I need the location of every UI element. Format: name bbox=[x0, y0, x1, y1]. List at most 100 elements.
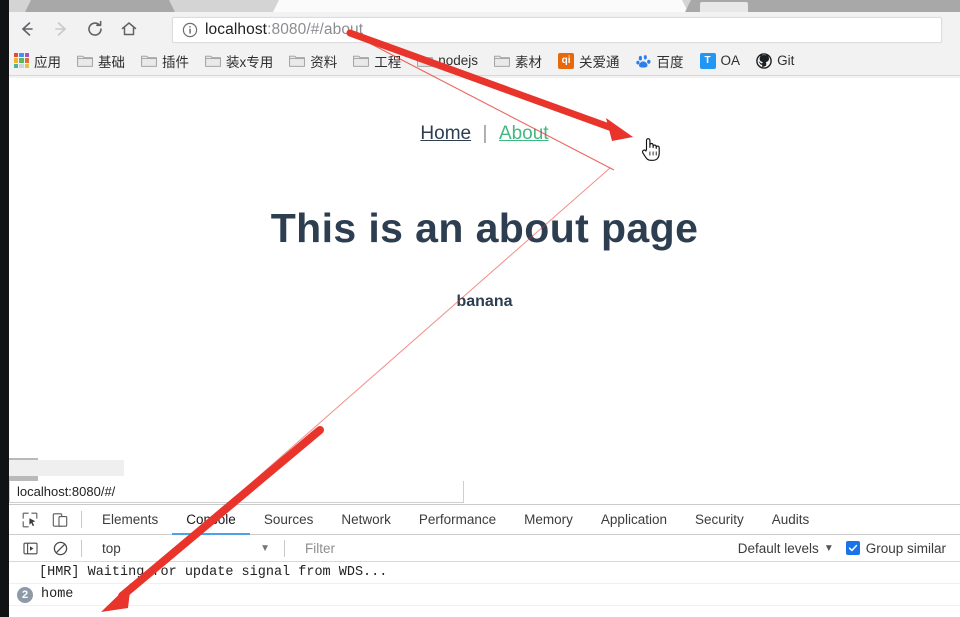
console-message-hmr[interactable]: [HMR] Waiting for update signal from WDS… bbox=[9, 562, 960, 584]
bookmark-label: 百度 bbox=[656, 54, 684, 70]
bookmark-label: Git bbox=[777, 53, 795, 68]
console-filter-input[interactable]: Filter bbox=[291, 535, 738, 562]
folder-icon bbox=[141, 55, 157, 67]
apps-grid-icon bbox=[14, 53, 29, 68]
group-similar-label: Group similar bbox=[865, 540, 946, 556]
tab-network[interactable]: Network bbox=[327, 505, 405, 535]
bookmark-folder-zhuangx[interactable]: 装x专用 bbox=[205, 51, 273, 71]
status-bar-highlight-smudge bbox=[9, 460, 124, 476]
toolbar-divider bbox=[81, 511, 82, 528]
github-icon bbox=[756, 52, 772, 69]
bookmark-oa[interactable]: T OA bbox=[699, 52, 741, 69]
devtools-tab-bar: Elements Console Sources Network Perform… bbox=[9, 505, 960, 535]
bookmark-label: 素材 bbox=[515, 54, 543, 70]
folder-icon bbox=[289, 55, 306, 67]
bookmark-folder-chajian[interactable]: 插件 bbox=[141, 51, 189, 71]
inspect-element-icon bbox=[22, 512, 38, 527]
status-bar-link-preview: localhost:8080/#/ bbox=[9, 481, 464, 503]
page-heading: This is an about page bbox=[270, 205, 699, 251]
bookmark-folder-ziliao[interactable]: 资料 bbox=[289, 51, 337, 71]
page-nav: Home | About bbox=[9, 123, 960, 145]
browser-chrome: localhost:8080/#/about 应用 基础 插件 装x专用 资料 … bbox=[0, 0, 960, 78]
group-similar-checkbox[interactable] bbox=[845, 541, 860, 555]
console-context-value: top bbox=[102, 540, 121, 556]
console-message-text: home bbox=[41, 587, 74, 602]
bookmark-label: 资料 bbox=[310, 54, 338, 70]
toggle-device-toolbar-icon bbox=[52, 512, 68, 527]
chevron-down-icon: ▼ bbox=[823, 542, 834, 554]
reload-button[interactable] bbox=[78, 12, 112, 46]
status-bar-url: localhost:8080/#/ bbox=[17, 484, 116, 499]
tab-console[interactable]: Console bbox=[172, 505, 250, 535]
toggle-device-toolbar-button[interactable] bbox=[45, 505, 75, 535]
tab-sources[interactable]: Sources bbox=[250, 505, 328, 535]
baidu-paw-icon bbox=[635, 54, 651, 68]
address-bar[interactable]: localhost:8080/#/about bbox=[172, 17, 942, 43]
browser-tab-partial-left[interactable] bbox=[25, 0, 175, 12]
console-filter-bar: top ▼ Filter Default levels ▼ Group simi… bbox=[9, 535, 960, 562]
tab-application[interactable]: Application bbox=[587, 505, 681, 535]
bookmark-folder-sucai[interactable]: 素材 bbox=[494, 51, 542, 71]
tab-performance[interactable]: Performance bbox=[405, 505, 510, 535]
oa-favicon: T bbox=[699, 52, 716, 69]
browser-tab-active[interactable] bbox=[273, 0, 688, 12]
folder-icon bbox=[205, 55, 221, 67]
browser-tab-partial-right-inner[interactable] bbox=[700, 2, 748, 12]
window-left-edge bbox=[0, 0, 9, 617]
filter-divider bbox=[81, 539, 82, 557]
screenshot-root: localhost:8080/#/about 应用 基础 插件 装x专用 资料 … bbox=[0, 0, 960, 617]
page-viewport: Home | About This is an about page banan… bbox=[9, 78, 960, 458]
qi-favicon-text: qi bbox=[561, 55, 571, 66]
home-button[interactable] bbox=[112, 12, 146, 46]
back-button[interactable] bbox=[10, 12, 44, 46]
bookmark-apps[interactable]: 应用 bbox=[14, 51, 61, 71]
tab-elements[interactable]: Elements bbox=[88, 505, 172, 535]
folder-icon bbox=[494, 55, 510, 67]
bookmark-guanaitong[interactable]: qi 关爱通 bbox=[558, 51, 620, 71]
checkmark-icon bbox=[848, 544, 857, 552]
oa-favicon-text: T bbox=[704, 55, 711, 66]
console-sidebar-icon bbox=[22, 542, 38, 554]
bookmark-label: 应用 bbox=[34, 54, 61, 70]
bookmark-git[interactable]: Git bbox=[756, 52, 795, 69]
folder-icon bbox=[353, 55, 370, 67]
group-similar-toggle[interactable]: Group similar bbox=[845, 540, 946, 556]
back-arrow-icon bbox=[22, 22, 33, 36]
bookmark-folder-nodejs[interactable]: nodejs bbox=[417, 53, 478, 68]
url-path: :8080/#/about bbox=[267, 21, 364, 38]
chevron-down-icon: ▼ bbox=[260, 542, 270, 554]
console-levels-dropdown[interactable]: Default levels ▼ bbox=[738, 541, 834, 556]
info-circle-icon[interactable] bbox=[181, 21, 199, 39]
console-home-message[interactable]: 2 home bbox=[9, 584, 960, 606]
page-about-link[interactable]: About bbox=[499, 123, 549, 144]
page-home-link[interactable]: Home bbox=[420, 123, 471, 144]
clear-console-button[interactable] bbox=[45, 533, 75, 563]
house-icon bbox=[121, 22, 137, 36]
console-context-selector[interactable]: top ▼ bbox=[88, 535, 278, 562]
bookmark-label: 工程 bbox=[374, 54, 402, 70]
bookmark-label: 插件 bbox=[162, 54, 189, 70]
bookmarks-bar: 应用 基础 插件 装x专用 资料 工程 nodejs 素材 qi 关爱通 百度 … bbox=[0, 46, 960, 76]
bookmark-folder-gongcheng[interactable]: 工程 bbox=[353, 51, 401, 71]
forward-arrow-icon bbox=[55, 22, 66, 36]
console-message-list: [HMR] Waiting for update signal from WDS… bbox=[9, 562, 960, 606]
bookmark-label: 基础 bbox=[98, 54, 125, 70]
tab-audits[interactable]: Audits bbox=[758, 505, 824, 535]
page-subtitle: banana bbox=[456, 293, 513, 310]
bookmark-label: 装x专用 bbox=[226, 54, 274, 70]
forward-button[interactable] bbox=[44, 12, 78, 46]
bookmark-folder-jichu[interactable]: 基础 bbox=[77, 51, 125, 71]
bookmark-baidu[interactable]: 百度 bbox=[635, 51, 684, 71]
qi-favicon: qi bbox=[558, 52, 575, 69]
tab-memory[interactable]: Memory bbox=[510, 505, 587, 535]
inspect-element-button[interactable] bbox=[15, 505, 45, 535]
reload-icon bbox=[88, 20, 102, 36]
clear-console-icon bbox=[53, 541, 67, 555]
bookmark-label: OA bbox=[720, 53, 741, 68]
folder-icon bbox=[77, 55, 93, 67]
console-message-text: [HMR] Waiting for update signal from WDS… bbox=[39, 565, 388, 580]
nav-separator: | bbox=[482, 123, 488, 144]
console-message-count-badge: 2 bbox=[17, 586, 33, 603]
console-sidebar-toggle-button[interactable] bbox=[15, 533, 45, 563]
tab-security[interactable]: Security bbox=[681, 505, 758, 535]
